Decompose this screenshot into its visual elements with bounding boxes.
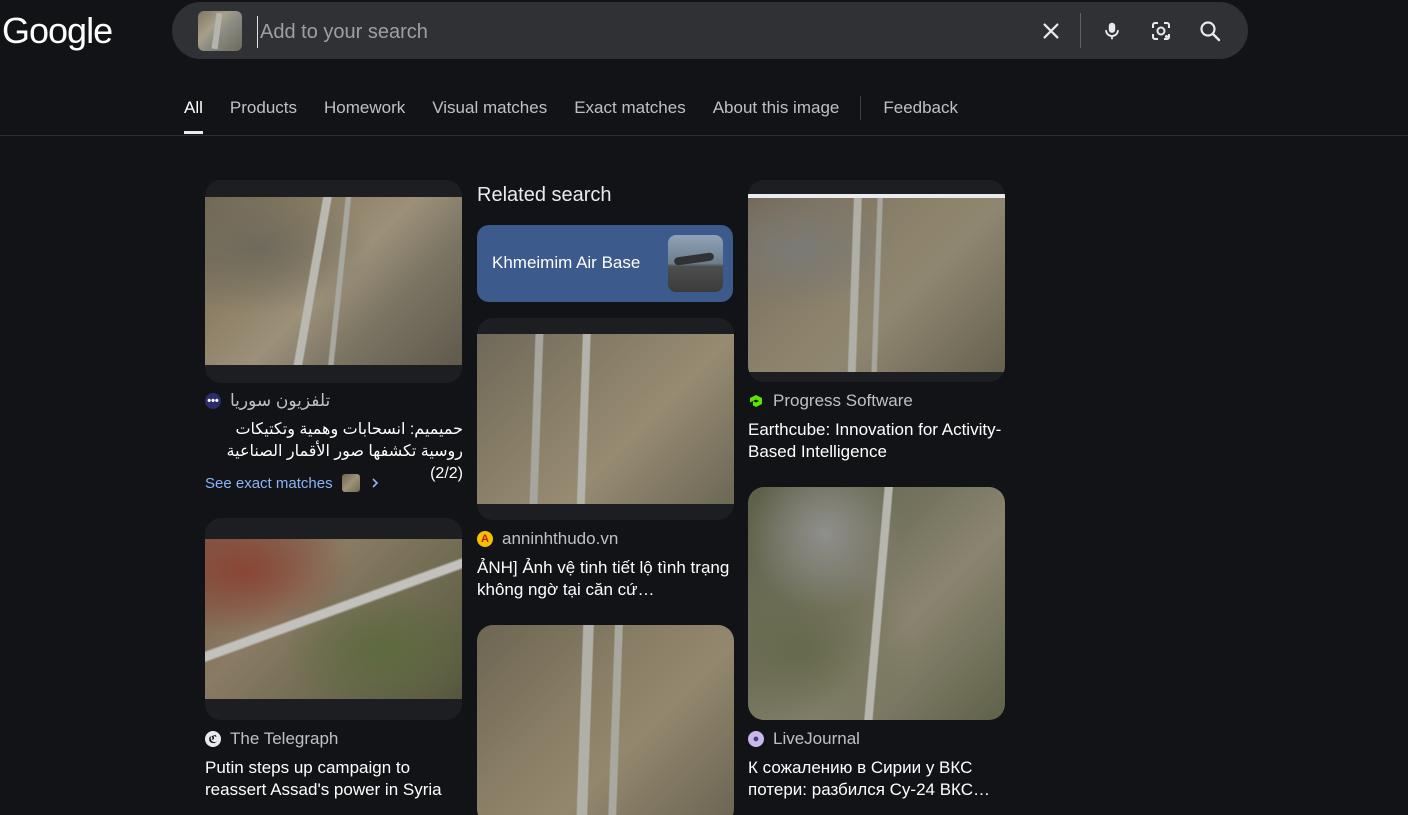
result-source[interactable]: Progress Software (748, 391, 913, 411)
result-source[interactable]: ••• تلفزيون سوريا (205, 391, 330, 411)
tab-homework[interactable]: Homework (324, 86, 405, 122)
satellite-image (205, 197, 462, 365)
search-input[interactable] (257, 16, 1022, 48)
result-source[interactable]: ℭ The Telegraph (205, 729, 338, 749)
tab-about-this-image[interactable]: About this image (713, 86, 840, 122)
result-source[interactable]: ● LiveJournal (748, 729, 860, 749)
search-tabs: All Products Homework Visual matches Exa… (184, 86, 985, 136)
tab-exact-matches[interactable]: Exact matches (574, 86, 686, 122)
result-image-progress[interactable] (748, 180, 1005, 382)
result-source[interactable]: A anninhthudo.vn (477, 529, 618, 549)
close-icon[interactable] (1036, 16, 1066, 46)
result-title[interactable]: К сожалению в Сирии у ВКС потери: разбил… (748, 757, 1006, 801)
tab-visual-matches[interactable]: Visual matches (432, 86, 547, 122)
tabs-rule (0, 135, 1408, 136)
satellite-image (205, 539, 462, 699)
tab-products[interactable]: Products (230, 86, 297, 122)
source-name: تلفزيون سوريا (230, 391, 331, 410)
tab-all[interactable]: All (184, 86, 203, 134)
source-name: LiveJournal (773, 729, 860, 748)
tab-feedback[interactable]: Feedback (883, 86, 958, 122)
satellite-image (748, 194, 1005, 372)
related-search-label: Khmeimim Air Base (492, 253, 641, 272)
telegraph-favicon: ℭ (205, 731, 221, 747)
chevron-right-icon (372, 478, 378, 488)
search-bar[interactable] (172, 2, 1248, 59)
syria-tv-favicon: ••• (205, 393, 221, 409)
related-search-chip[interactable]: Khmeimim Air Base (477, 225, 733, 302)
satellite-image (477, 334, 734, 504)
result-title[interactable]: ẢNH] Ảnh vệ tinh tiết lộ tình trạng khôn… (477, 557, 735, 601)
search-icon[interactable] (1195, 16, 1225, 46)
related-search-thumbnail (668, 235, 723, 292)
anninhthudo-favicon: A (477, 531, 493, 547)
result-title[interactable]: Earthcube: Innovation for Activity-Based… (748, 419, 1006, 463)
tabs-divider (860, 96, 862, 120)
result-image-column2-bottom[interactable] (477, 625, 734, 815)
livejournal-favicon: ● (748, 731, 764, 747)
microphone-icon[interactable] (1097, 16, 1127, 46)
see-exact-matches-link[interactable]: See exact matches (205, 474, 380, 492)
exact-matches-label: See exact matches (205, 474, 333, 492)
lens-icon[interactable] (1146, 16, 1176, 46)
exact-match-thumbnail (341, 474, 360, 492)
related-search-heading: Related search (477, 184, 612, 206)
source-name: The Telegraph (230, 729, 339, 748)
result-image-livejournal[interactable] (748, 487, 1005, 720)
progress-favicon (748, 393, 764, 409)
search-image-thumbnail[interactable] (198, 11, 242, 51)
satellite-image (748, 487, 1005, 720)
search-bar-divider (1080, 13, 1081, 48)
satellite-image (477, 625, 734, 815)
result-image-syria-tv[interactable] (205, 180, 462, 383)
result-title[interactable]: Putin steps up campaign to reassert Assa… (205, 757, 463, 801)
source-name: Progress Software (773, 391, 913, 410)
result-image-anninhthudo[interactable] (477, 318, 734, 520)
result-image-telegraph[interactable] (205, 518, 462, 720)
source-name: anninhthudo.vn (502, 529, 619, 548)
google-logo[interactable]: Google (2, 10, 113, 52)
